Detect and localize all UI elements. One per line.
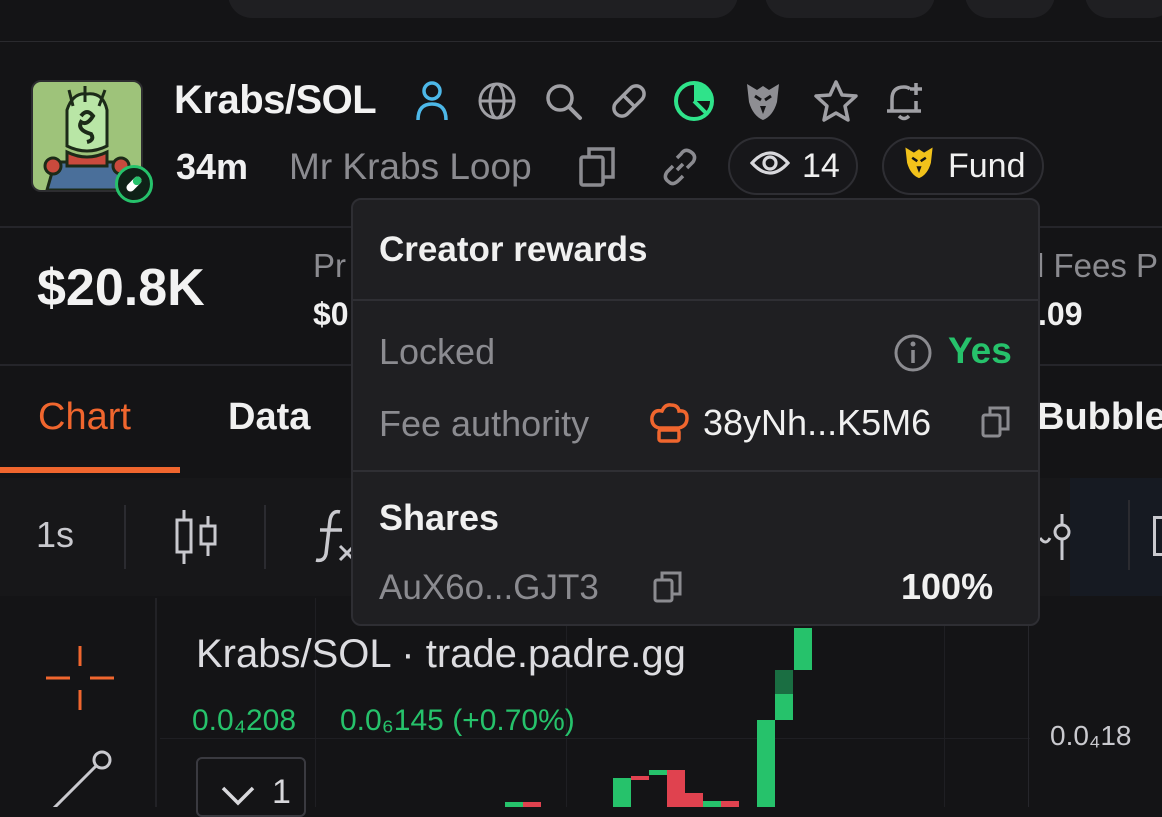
interval-selector[interactable]: 1s bbox=[36, 514, 74, 556]
share-percent: 100% bbox=[901, 566, 994, 607]
candle bbox=[613, 778, 631, 807]
fee-authority-label: Fee authority bbox=[379, 403, 590, 444]
active-tab-indicator bbox=[0, 467, 180, 473]
top-pill-4[interactable] bbox=[1085, 0, 1162, 18]
gridline bbox=[566, 598, 567, 807]
gridline bbox=[160, 738, 1030, 739]
candle bbox=[667, 770, 685, 807]
fees-label: l Fees P bbox=[1037, 247, 1159, 284]
star-icon[interactable] bbox=[810, 78, 862, 124]
price-value: $0 bbox=[313, 296, 349, 332]
toolbar-right-region bbox=[1070, 478, 1162, 596]
chevron-down-icon bbox=[220, 785, 256, 812]
pill-icon[interactable] bbox=[604, 78, 654, 124]
candle bbox=[523, 802, 541, 807]
popover-divider bbox=[353, 470, 1038, 472]
link-icon[interactable] bbox=[659, 146, 701, 188]
eagle-fund-icon bbox=[902, 143, 936, 190]
price-axis-label: 0.0₄18 bbox=[1050, 720, 1132, 751]
user-icon[interactable] bbox=[410, 78, 454, 124]
layout-icon[interactable] bbox=[1153, 516, 1162, 556]
chart-title: Krabs/SOL · trade.padre.gg bbox=[196, 632, 686, 676]
watchers-count: 14 bbox=[802, 146, 840, 185]
eye-icon bbox=[749, 147, 791, 186]
toolbar-separator bbox=[264, 505, 266, 569]
candle bbox=[649, 770, 667, 775]
fees-value: .09 bbox=[1038, 296, 1083, 332]
function-icon[interactable] bbox=[310, 506, 354, 566]
tab-chart[interactable]: Chart bbox=[38, 396, 131, 439]
indicator-icon[interactable] bbox=[1040, 512, 1074, 562]
candle bbox=[631, 776, 649, 780]
gridline bbox=[315, 598, 316, 807]
legend-collapse-button[interactable]: 1 bbox=[196, 757, 306, 817]
creator-rewards-popover: Creator rewards Locked Yes Fee authority… bbox=[351, 198, 1040, 626]
ohlc-price: 0.0₄208 bbox=[192, 704, 297, 737]
popover-title: Creator rewards bbox=[379, 230, 648, 269]
locked-value: Yes bbox=[948, 330, 1012, 371]
price-axis-border bbox=[1028, 598, 1029, 807]
crosshair-icon[interactable] bbox=[44, 642, 116, 719]
candle bbox=[721, 801, 739, 807]
popover-divider bbox=[353, 299, 1038, 301]
shares-title: Shares bbox=[379, 497, 500, 538]
candle bbox=[794, 628, 812, 670]
bell-plus-icon[interactable] bbox=[882, 78, 928, 124]
ohlc-change: 0.0₆145 (+0.70%) bbox=[340, 704, 575, 737]
globe-icon[interactable] bbox=[474, 78, 520, 124]
search-icon[interactable] bbox=[540, 78, 586, 124]
gridline bbox=[944, 598, 945, 807]
locked-label: Locked bbox=[379, 331, 496, 372]
fund-label: Fund bbox=[948, 146, 1026, 185]
copy-icon[interactable] bbox=[578, 146, 616, 188]
candle bbox=[685, 793, 703, 807]
top-bar bbox=[0, 0, 1162, 42]
price-chart[interactable]: Krabs/SOL · trade.padre.gg 0.0₄208 0.0₆1… bbox=[0, 598, 1162, 817]
token-pair-title: Krabs/SOL bbox=[174, 78, 377, 122]
copy-fee-authority-icon[interactable] bbox=[981, 406, 1011, 443]
top-pill-3[interactable] bbox=[965, 0, 1055, 18]
candle bbox=[703, 801, 721, 807]
candle bbox=[775, 670, 793, 694]
fee-authority-address: 38yNh...K5M6 bbox=[703, 402, 932, 443]
toolbar-separator bbox=[1128, 500, 1130, 570]
chef-hat-icon bbox=[649, 402, 689, 449]
candles-icon[interactable] bbox=[172, 508, 220, 571]
chart-left-border bbox=[155, 598, 157, 807]
toolbar-separator bbox=[124, 505, 126, 569]
top-pill-2[interactable] bbox=[765, 0, 935, 18]
tab-data[interactable]: Data bbox=[228, 396, 310, 439]
token-age: 34m bbox=[176, 146, 249, 187]
candle bbox=[757, 720, 775, 807]
market-cap-value: $20.8K bbox=[37, 259, 205, 317]
candle bbox=[505, 802, 523, 807]
watchers-chip[interactable]: 14 bbox=[728, 137, 858, 195]
share-address: AuX6o...GJT3 bbox=[379, 568, 599, 607]
price-label: Pr bbox=[313, 247, 346, 284]
pill-badge-icon bbox=[115, 165, 153, 203]
token-name: Mr Krabs Loop bbox=[289, 146, 532, 187]
trend-line-icon[interactable] bbox=[40, 748, 116, 817]
copy-share-address-icon[interactable] bbox=[653, 571, 683, 608]
top-search-pill[interactable] bbox=[228, 0, 738, 18]
pie-chart-icon[interactable] bbox=[670, 78, 718, 124]
collapse-count: 1 bbox=[272, 773, 291, 811]
tab-bubble[interactable]: Bubble bbox=[1037, 396, 1162, 439]
eagle-icon[interactable] bbox=[740, 78, 786, 124]
fund-button[interactable]: Fund bbox=[882, 137, 1044, 195]
info-icon[interactable] bbox=[893, 333, 933, 378]
